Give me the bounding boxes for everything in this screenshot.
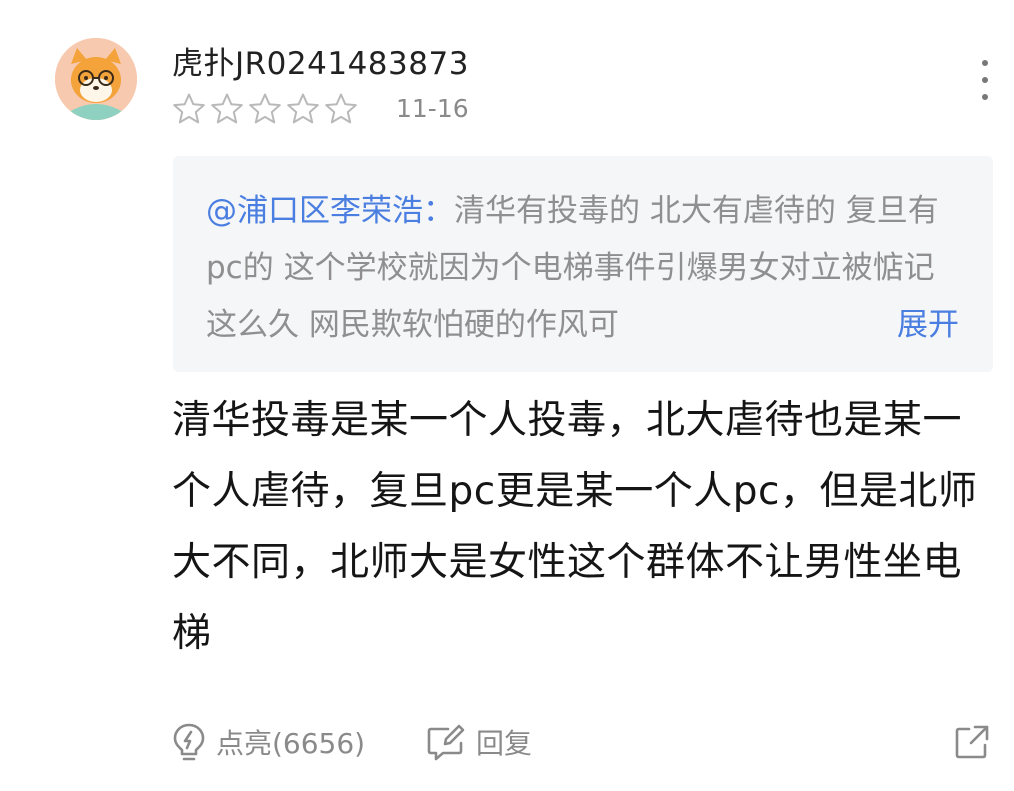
quote-text-block: @浦口区李荣浩：清华有投毒的 北大有虐待的 复旦有pc的 这个学校就因为个电梯事…: [206, 183, 963, 354]
lightbulb-icon: [173, 723, 205, 761]
comment-body: 清华投毒是某一个人投毒，北大虐待也是某一个人虐待，复旦pc更是某一个人pc，但是…: [172, 398, 978, 656]
cartoon-fox-avatar: [55, 38, 137, 120]
comment-actions: 点亮(6656) 回复: [172, 722, 992, 768]
comment-date: 11-16: [396, 94, 469, 123]
username[interactable]: 虎扑JR0241483873: [172, 38, 469, 83]
vertical-dots-icon[interactable]: [970, 60, 1000, 100]
rating-stars: [172, 92, 358, 126]
star-outline-icon: [287, 93, 319, 124]
like-button[interactable]: 点亮(6656): [172, 722, 365, 762]
user-avatar[interactable]: [55, 38, 137, 120]
share-external-icon: [955, 725, 989, 759]
quote-author[interactable]: @浦口区李荣浩：: [206, 193, 454, 229]
star-outline-icon: [211, 93, 243, 124]
star-outline-icon: [173, 93, 205, 124]
quoted-comment[interactable]: @浦口区李荣浩：清华有投毒的 北大有虐待的 复旦有pc的 这个学校就因为个电梯事…: [173, 156, 993, 372]
edit-reply-icon: [427, 724, 465, 761]
reply-label: 回复: [476, 727, 533, 760]
share-button[interactable]: [954, 724, 990, 760]
star-outline-icon: [249, 93, 281, 124]
star-outline-icon: [325, 93, 357, 124]
expand-button[interactable]: 展开: [891, 297, 959, 354]
like-label: 点亮(6656): [216, 727, 366, 760]
reply-button[interactable]: 回复: [426, 722, 532, 762]
